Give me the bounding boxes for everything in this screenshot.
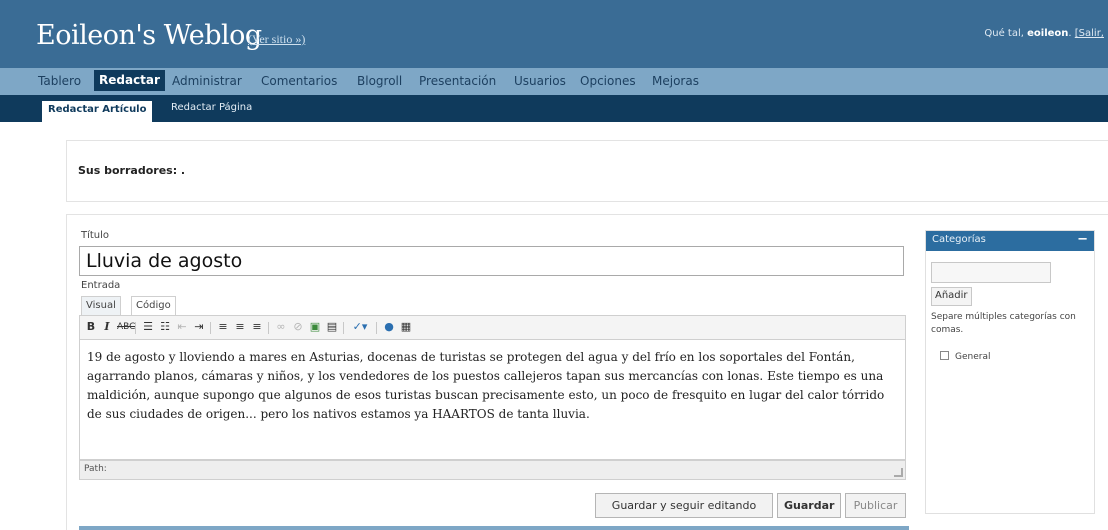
unordered-list-icon[interactable]: ☰ <box>141 320 155 334</box>
next-panel-edge <box>79 526 909 530</box>
tab-code[interactable]: Código <box>131 296 176 315</box>
nav-item-blogroll[interactable]: Blogroll <box>353 73 406 89</box>
align-left-icon[interactable]: ≡ <box>216 320 230 334</box>
path-label: Path: <box>84 464 107 474</box>
main-nav: Tablero Redactar Administrar Comentarios… <box>0 68 1108 95</box>
greeting-prefix: Qué tal, <box>984 28 1024 39</box>
categories-box: Categorías − Añadir Separe múltiples cat… <box>925 230 1095 514</box>
outdent-icon[interactable]: ⇤ <box>175 320 189 334</box>
username-link[interactable]: eoileon <box>1027 28 1068 39</box>
nav-item-redactar[interactable]: Redactar <box>94 70 165 91</box>
italic-icon[interactable]: I <box>100 320 114 334</box>
toolbar-separator <box>210 322 211 334</box>
nav-item-administrar[interactable]: Administrar <box>168 73 246 89</box>
toolbar-separator <box>135 322 136 334</box>
add-category-button[interactable]: Añadir <box>931 287 972 306</box>
sub-nav: Redactar Artículo Redactar Página <box>0 95 1108 123</box>
spellcheck-icon[interactable]: ✓▾ <box>349 320 371 334</box>
category-item[interactable]: General <box>940 351 990 362</box>
nav-item-opciones[interactable]: Opciones <box>576 73 640 89</box>
blog-title: Eoileon's Weblog <box>36 20 262 51</box>
logout-link[interactable]: [Salir, <box>1075 28 1104 39</box>
title-input[interactable] <box>79 246 904 276</box>
publish-button[interactable]: Publicar <box>845 493 906 518</box>
toolbar-separator <box>343 322 344 334</box>
category-label: General <box>955 352 991 362</box>
align-right-icon[interactable]: ≡ <box>250 320 264 334</box>
subnav-redactar-pagina[interactable]: Redactar Página <box>171 102 252 113</box>
collapse-icon[interactable]: − <box>1077 232 1088 247</box>
subnav-redactar-articulo[interactable]: Redactar Artículo <box>42 101 153 123</box>
post-body-editor[interactable]: 19 de agosto y lloviendo a mares en Astu… <box>79 340 906 460</box>
drafts-label: Sus borradores: . <box>78 164 186 177</box>
view-site-link[interactable]: (Ver sitio ») <box>248 32 305 47</box>
nav-item-presentacion[interactable]: Presentación <box>415 73 500 89</box>
nav-item-mejoras[interactable]: Mejoras <box>648 73 703 89</box>
categories-header[interactable]: Categorías − <box>926 231 1094 251</box>
image-icon[interactable]: ▣ <box>308 320 322 334</box>
align-center-icon[interactable]: ≡ <box>233 320 247 334</box>
unlink-icon[interactable]: ⊘ <box>291 320 305 334</box>
toolbar-separator <box>268 322 269 334</box>
user-greeting: Qué tal, eoileon. [Salir, <box>984 28 1104 39</box>
site-header: Eoileon's Weblog (Ver sitio ») Qué tal, … <box>0 0 1108 68</box>
indent-icon[interactable]: ⇥ <box>192 320 206 334</box>
entry-label: Entrada <box>81 280 121 291</box>
nav-item-usuarios[interactable]: Usuarios <box>510 73 570 89</box>
bold-icon[interactable]: B <box>84 320 98 334</box>
nav-item-comentarios[interactable]: Comentarios <box>257 73 341 89</box>
title-label: Título <box>81 230 110 241</box>
strikethrough-icon[interactable]: ABC <box>117 320 135 334</box>
toolbar-separator <box>376 322 377 334</box>
categories-help-text: Separe múltiples categorías con comas. <box>931 312 1076 335</box>
category-checkbox[interactable] <box>940 351 949 360</box>
resize-grip-icon[interactable] <box>894 468 903 477</box>
more-icon[interactable]: ▤ <box>325 320 339 334</box>
new-category-input[interactable] <box>931 262 1051 283</box>
tab-visual[interactable]: Visual <box>81 296 121 315</box>
editor-statusbar: Path: <box>79 460 906 480</box>
toolbar-toggle-icon[interactable]: ▦ <box>399 320 413 334</box>
drafts-panel: Sus borradores: . <box>66 140 1108 202</box>
help-icon[interactable]: ● <box>382 320 396 334</box>
categories-title: Categorías <box>932 234 986 245</box>
nav-item-tablero[interactable]: Tablero <box>34 73 85 89</box>
editor-toolbar: B I ABC ☰ ☷ ⇤ ⇥ ≡ ≡ ≡ ∞ ⊘ ▣ ▤ ✓▾ ● ▦ <box>79 315 906 340</box>
link-icon[interactable]: ∞ <box>274 320 288 334</box>
ordered-list-icon[interactable]: ☷ <box>158 320 172 334</box>
save-continue-button[interactable]: Guardar y seguir editando <box>595 493 773 518</box>
save-button[interactable]: Guardar <box>777 493 841 518</box>
